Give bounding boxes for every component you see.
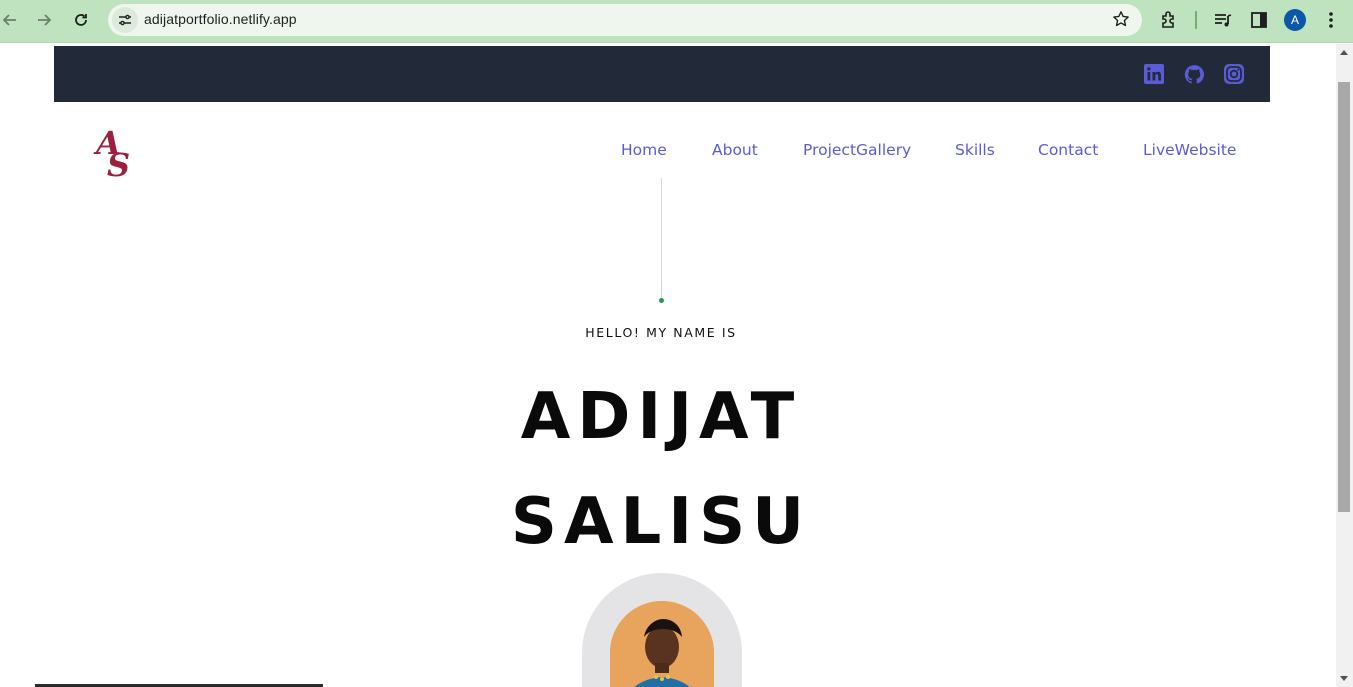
- browser-toolbar: adijatportfolio.netlify.app A: [0, 0, 1353, 43]
- linkedin-icon: [1144, 64, 1164, 84]
- toolbar-divider: [1195, 11, 1197, 29]
- bookmark-star-icon: [1113, 11, 1129, 27]
- media-controls-icon: [1215, 14, 1232, 27]
- profile-photo-frame: [582, 573, 742, 687]
- linkedin-link[interactable]: [1144, 64, 1164, 84]
- bookmark-button[interactable]: [1112, 10, 1130, 32]
- reload-button[interactable]: [67, 6, 95, 34]
- nav-project-gallery[interactable]: ProjectGallery: [803, 141, 911, 159]
- hero-greeting: HELLO! MY NAME IS: [585, 325, 737, 340]
- forward-button[interactable]: [30, 6, 58, 34]
- social-bar: [54, 46, 1270, 102]
- profile-portrait-image: [610, 601, 714, 687]
- url-text[interactable]: adijatportfolio.netlify.app: [144, 11, 297, 27]
- instagram-link[interactable]: [1224, 64, 1244, 84]
- github-link[interactable]: [1184, 64, 1204, 84]
- nav-contact[interactable]: Contact: [1038, 141, 1098, 159]
- page-scrollbar[interactable]: [1336, 44, 1353, 687]
- profile-avatar[interactable]: A: [1284, 9, 1306, 31]
- back-button[interactable]: [0, 6, 24, 34]
- site-logo[interactable]: A S: [94, 124, 140, 184]
- hero-first-name: ADIJAT: [520, 380, 802, 454]
- forward-icon: [38, 14, 52, 26]
- menu-kebab-icon: [1329, 12, 1333, 28]
- side-panel-icon: [1251, 12, 1267, 28]
- site-settings-icon: [119, 14, 131, 26]
- address-bar[interactable]: adijatportfolio.netlify.app: [108, 4, 1142, 36]
- reload-icon: [75, 14, 87, 26]
- side-panel-button[interactable]: [1247, 8, 1271, 32]
- browser-menu-button[interactable]: [1319, 8, 1343, 32]
- extensions-button[interactable]: [1157, 8, 1181, 32]
- nav-skills[interactable]: Skills: [955, 141, 995, 159]
- hero-divider-line: [661, 178, 662, 298]
- nav-live-website[interactable]: LiveWebsite: [1143, 141, 1236, 159]
- back-icon: [2, 14, 16, 26]
- scroll-up-arrow-icon[interactable]: [1340, 50, 1348, 55]
- hero-accent-dot: [659, 298, 664, 303]
- github-icon: [1184, 64, 1204, 84]
- hero-last-name: SALISU: [510, 485, 812, 559]
- site-settings-button[interactable]: [112, 7, 138, 33]
- scroll-down-arrow-icon[interactable]: [1340, 676, 1348, 681]
- profile-photo: [610, 601, 714, 687]
- media-controls-button[interactable]: [1211, 8, 1235, 32]
- nav-home[interactable]: Home: [621, 141, 667, 159]
- nav-about[interactable]: About: [712, 141, 758, 159]
- instagram-icon: [1224, 64, 1244, 84]
- scroll-thumb[interactable]: [1338, 82, 1350, 512]
- logo-letter-s: S: [107, 146, 131, 184]
- extensions-icon: [1162, 11, 1174, 28]
